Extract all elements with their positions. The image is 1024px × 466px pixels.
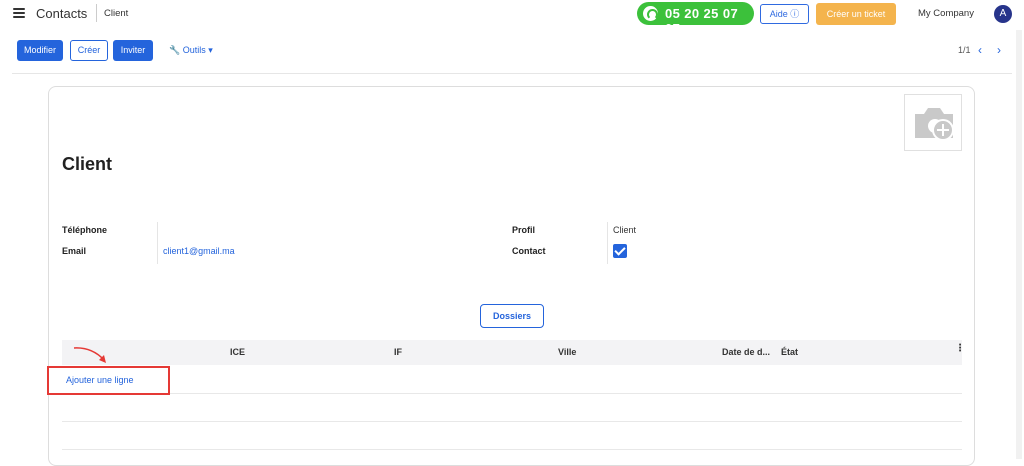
scrollbar[interactable]	[1016, 30, 1022, 459]
field-divider	[157, 222, 158, 264]
phone-support-button[interactable]: 05 20 25 07 07	[637, 2, 754, 36]
form-sheet	[48, 86, 975, 466]
create-ticket-button[interactable]: Créer un ticket	[816, 3, 896, 25]
camera-plus-icon	[915, 108, 954, 141]
column-date[interactable]: Date de d...	[722, 347, 770, 357]
company-switcher[interactable]: My Company	[918, 8, 974, 19]
phone-label: Téléphone	[62, 225, 108, 235]
table-row	[62, 421, 962, 422]
record-title: Client	[62, 154, 113, 174]
divider	[12, 73, 1012, 74]
modifier-button[interactable]: Modifier	[17, 40, 63, 61]
control-panel: Modifier Créer Inviter 🔧 Outils ▾ 1/1 ‹ …	[0, 36, 1024, 76]
outils-label: Outils ▾	[182, 45, 213, 55]
top-bar: Contacts Client 05 20 25 07 07 Aide ⓘ Cr…	[0, 0, 1024, 36]
contact-label: Contact	[512, 246, 546, 256]
pager-value: 1/1	[958, 45, 971, 55]
table-row	[62, 393, 962, 394]
table-row	[62, 449, 962, 450]
column-options-icon[interactable]: ⋮	[955, 343, 965, 354]
breadcrumb-divider	[96, 4, 97, 22]
chevron-right-icon[interactable]: ›	[997, 43, 1001, 57]
avatar-upload[interactable]	[904, 94, 962, 151]
field-divider	[607, 222, 608, 264]
avatar[interactable]: A	[994, 5, 1012, 23]
outils-dropdown[interactable]: 🔧 Outils ▾	[169, 45, 213, 56]
breadcrumb: Client	[104, 8, 129, 19]
contact-checkbox[interactable]	[613, 244, 627, 258]
phone-number: 05 20 25 07 07	[665, 6, 739, 36]
column-ville[interactable]: Ville	[558, 347, 576, 357]
profil-label: Profil	[512, 225, 536, 235]
column-if[interactable]: IF	[394, 347, 402, 357]
inviter-button[interactable]: Inviter	[113, 40, 153, 61]
app-title[interactable]: Contacts	[36, 6, 87, 21]
highlight-box	[47, 366, 170, 395]
creer-button[interactable]: Créer	[70, 40, 108, 61]
column-ice[interactable]: ICE	[230, 347, 245, 357]
chevron-left-icon[interactable]: ‹	[978, 43, 982, 57]
column-etat[interactable]: État	[781, 347, 798, 357]
dossiers-button[interactable]: Dossiers	[480, 304, 544, 328]
email-label: Email	[62, 246, 87, 256]
help-button[interactable]: Aide ⓘ	[760, 4, 809, 24]
profil-field[interactable]: Client	[613, 225, 636, 235]
menu-icon[interactable]	[13, 8, 25, 18]
annotation-arrow-icon	[73, 347, 106, 363]
wrench-icon: 🔧	[169, 45, 181, 55]
table-header: ICE IF Ville Date de d... État	[62, 340, 962, 365]
headset-icon	[643, 6, 658, 21]
email-field[interactable]: client1@gmail.ma	[163, 246, 235, 256]
